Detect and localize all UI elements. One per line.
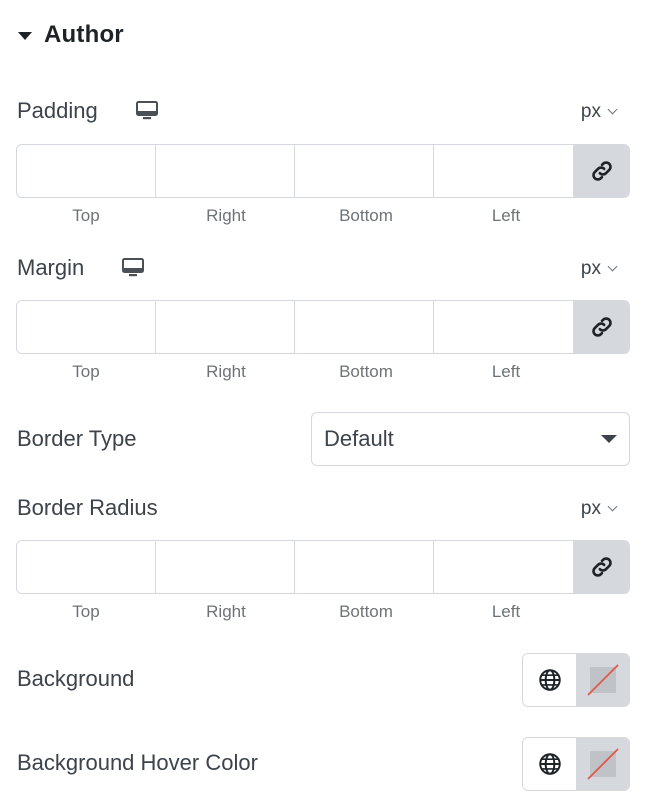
background-hover-label: Background Hover Color [17, 750, 258, 775]
background-hover-color-swatch[interactable] [576, 738, 629, 790]
border-radius-unit-dropdown[interactable]: px [580, 495, 618, 523]
no-color-icon [586, 664, 619, 696]
border-radius-field-labels: Top Right Bottom Left [16, 602, 576, 622]
border-radius-inputs [16, 540, 630, 594]
padding-field-labels: Top Right Bottom Left [16, 206, 576, 226]
margin-right-input[interactable] [156, 301, 295, 353]
desktop-icon[interactable] [121, 257, 145, 284]
border-type-value: Default [324, 426, 394, 451]
section-title: Author [44, 21, 124, 48]
padding-label: Padding [17, 98, 98, 123]
padding-bottom-input[interactable] [295, 145, 434, 197]
field-label: Left [491, 362, 521, 381]
border-radius-link-button[interactable] [574, 541, 629, 593]
field-label: Left [491, 602, 521, 621]
field-label: Right [206, 362, 246, 381]
section-header-author[interactable]: Author [18, 18, 124, 52]
margin-label: Margin [17, 255, 85, 280]
border-radius-unit: px [580, 498, 601, 519]
globe-icon [538, 669, 561, 691]
border-type-select[interactable]: Default [311, 412, 630, 466]
margin-top-input[interactable] [17, 301, 156, 353]
background-color-control [522, 653, 630, 707]
no-color-icon [586, 748, 619, 780]
desktop-icon[interactable] [135, 100, 159, 127]
padding-unit: px [580, 101, 601, 122]
link-icon [591, 557, 612, 577]
chevron-down-icon [607, 501, 618, 512]
chevron-down-icon [607, 104, 618, 115]
margin-unit-dropdown[interactable]: px [580, 255, 618, 283]
link-icon [591, 161, 612, 181]
background-color-swatch[interactable] [576, 654, 629, 706]
margin-link-button[interactable] [574, 301, 629, 353]
margin-field-labels: Top Right Bottom Left [16, 362, 576, 382]
caret-down-icon [18, 32, 32, 40]
field-label: Bottom [339, 362, 393, 381]
border-radius-label: Border Radius [17, 495, 158, 520]
chevron-down-icon [607, 261, 618, 272]
field-label: Top [72, 206, 100, 225]
field-label: Bottom [339, 206, 393, 225]
border-radius-top-input[interactable] [17, 541, 156, 593]
margin-unit: px [580, 258, 601, 279]
border-radius-left-input[interactable] [434, 541, 574, 593]
border-radius-bottom-input[interactable] [295, 541, 434, 593]
link-icon [591, 317, 612, 337]
background-hover-color-control [522, 737, 630, 791]
field-label: Top [72, 602, 100, 621]
field-label: Right [206, 602, 246, 621]
border-radius-right-input[interactable] [156, 541, 295, 593]
background-label: Background [17, 666, 135, 691]
border-type-label: Border Type [17, 426, 137, 451]
padding-top-input[interactable] [17, 145, 156, 197]
field-label: Bottom [339, 602, 393, 621]
margin-left-input[interactable] [434, 301, 574, 353]
padding-inputs [16, 144, 630, 198]
field-label: Right [206, 206, 246, 225]
margin-bottom-input[interactable] [295, 301, 434, 353]
padding-unit-dropdown[interactable]: px [580, 98, 618, 126]
background-hover-global-button[interactable] [523, 738, 576, 790]
background-global-button[interactable] [523, 654, 576, 706]
globe-icon [538, 753, 561, 775]
padding-right-input[interactable] [156, 145, 295, 197]
margin-inputs [16, 300, 630, 354]
field-label: Top [72, 362, 100, 381]
field-label: Left [491, 206, 521, 225]
padding-left-input[interactable] [434, 145, 574, 197]
caret-down-icon [601, 435, 617, 443]
padding-link-button[interactable] [574, 145, 629, 197]
